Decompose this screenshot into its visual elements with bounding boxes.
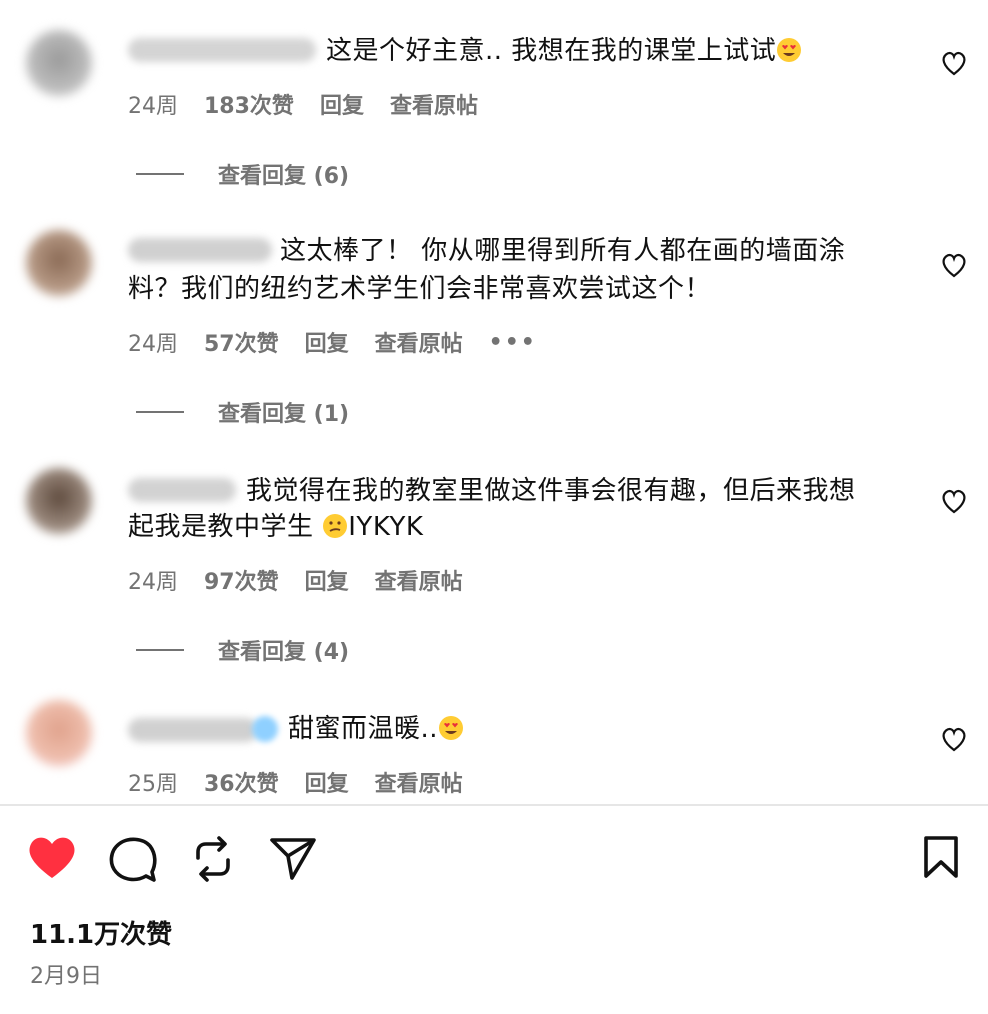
avatar[interactable] [26,30,92,96]
view-original-button[interactable]: 查看原帖 [390,88,478,120]
comment-likes-count[interactable]: 57次赞 [204,326,279,358]
comment-age: 24周 [128,332,178,357]
post-action-bar [0,834,988,884]
view-replies-button[interactable]: 查看回复 (4) [136,634,349,666]
comment-likes-count[interactable]: 97次赞 [204,564,279,596]
replies-divider-line [136,411,184,413]
comment-age: 24周 [128,570,178,595]
avatar[interactable] [26,230,92,296]
view-replies-button[interactable]: 查看回复 (1) [136,396,349,428]
heart-outline-icon[interactable] [940,50,968,76]
comment-bubble-icon[interactable] [108,834,158,884]
comment-text: 这太棒了！ 你从哪里得到所有人都在画的墙面涂 [280,232,845,270]
comment-text-line: 这太棒了！ 你从哪里得到所有人都在画的墙面涂 [280,236,846,266]
view-original-button[interactable]: 查看原帖 [375,766,463,798]
heart-eyes-emoji-icon [439,716,464,740]
view-original-button[interactable]: 查看原帖 [375,326,463,358]
comment-text: 我觉得在我的教室里做这件事会很有趣，但后来我想 [246,472,856,510]
view-replies-label: 查看回复 (6) [218,164,350,189]
reply-button[interactable]: 回复 [320,88,364,120]
username-blurred[interactable] [128,478,236,502]
heart-filled-icon[interactable] [26,834,78,880]
comment-text-line: 料？我们的纽约艺术学生们会非常喜欢尝试这个！ [128,274,712,304]
comment-meta: 25周 36次赞 回复 查看原帖 [128,766,463,798]
view-replies-label: 查看回复 (4) [218,640,350,665]
heart-outline-icon[interactable] [940,252,968,278]
comment-text: 甜蜜而温暖.. [288,710,464,748]
post-likes-count[interactable]: 11.1万次赞 [30,914,172,951]
comment-text-line: 这是个好主意.. 我想在我的课堂上试试 [326,36,777,66]
confused-face-emoji-icon [323,514,348,538]
comment-meta: 24周 97次赞 回复 查看原帖 [128,564,463,596]
comment-meta: 24周 183次赞 回复 查看原帖 [128,88,478,120]
post-date: 2月9日 [30,964,102,989]
view-original-button[interactable]: 查看原帖 [375,564,463,596]
comment-likes-count[interactable]: 183次赞 [204,88,294,120]
heart-eyes-emoji-icon [777,38,802,62]
comment-text-continued: 起我是教中学生 IYKYK [128,508,423,546]
username-blurred[interactable] [128,38,316,62]
view-replies-label: 查看回复 (1) [218,402,350,427]
heart-outline-icon[interactable] [940,488,968,514]
username-blurred[interactable] [128,718,258,742]
comment-likes-count[interactable]: 36次赞 [204,766,279,798]
send-icon[interactable] [268,834,318,882]
username-blurred[interactable] [128,238,272,262]
more-options-icon[interactable]: ••• [489,330,537,355]
reply-button[interactable]: 回复 [305,564,349,596]
comment-text-line: 起我是教中学生 [128,512,323,542]
comment-text-line: 甜蜜而温暖.. [288,714,439,744]
comment-age: 25周 [128,772,178,797]
reply-button[interactable]: 回复 [305,326,349,358]
comment-text-line: IYKYK [348,512,424,542]
repost-icon[interactable] [190,834,236,884]
bookmark-icon[interactable] [920,834,962,880]
comment-text-line: 我觉得在我的教室里做这件事会很有趣，但后来我想 [246,476,856,506]
avatar[interactable] [26,468,92,534]
verified-badge-icon [252,716,278,742]
heart-outline-icon[interactable] [940,726,968,752]
replies-divider-line [136,649,184,651]
view-replies-button[interactable]: 查看回复 (6) [136,158,349,190]
comment-meta: 24周 57次赞 回复 查看原帖 ••• [128,326,537,358]
replies-divider-line [136,173,184,175]
comment-age: 24周 [128,94,178,119]
reply-button[interactable]: 回复 [305,766,349,798]
comment-text-continued: 料？我们的纽约艺术学生们会非常喜欢尝试这个！ [128,270,711,308]
avatar[interactable] [26,700,92,766]
section-divider [0,804,988,806]
comment-text: 这是个好主意.. 我想在我的课堂上试试 [326,32,802,70]
